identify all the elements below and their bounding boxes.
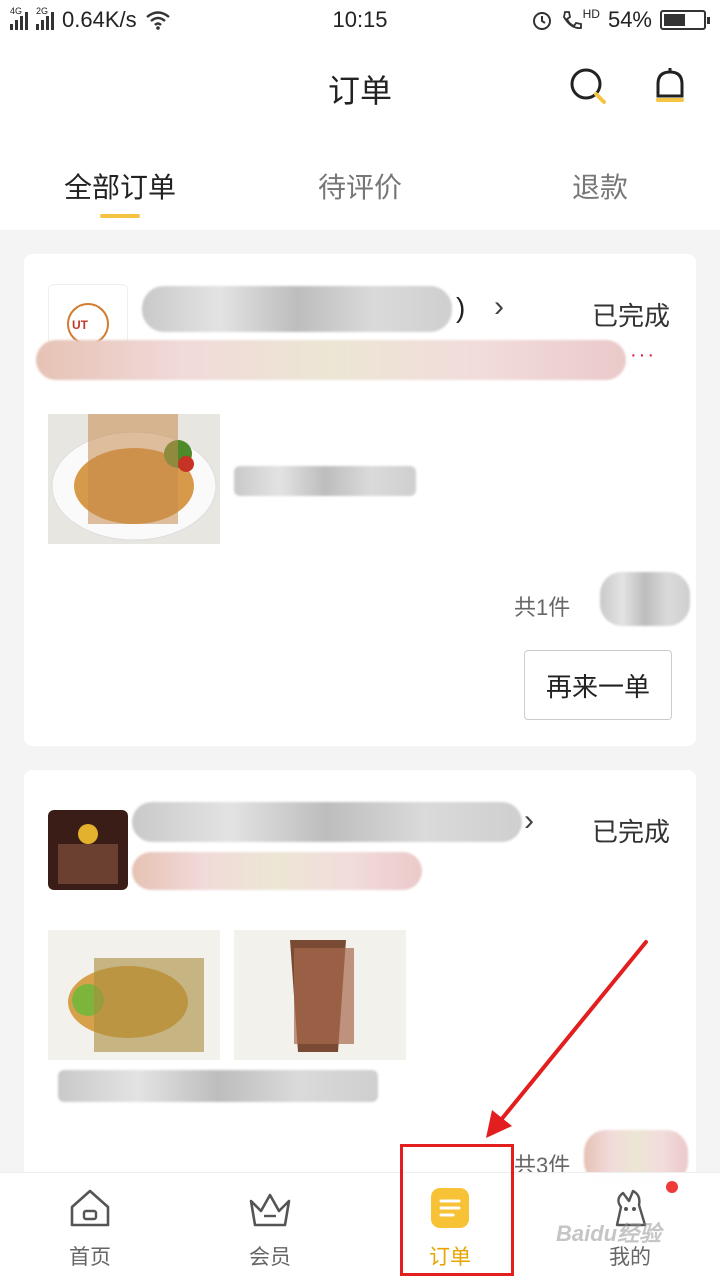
item-name-redacted bbox=[234, 466, 416, 496]
item-count: 共1件 bbox=[514, 595, 571, 620]
tab-pending-review[interactable]: 待评价 bbox=[240, 130, 480, 230]
nav-member[interactable]: 会员 bbox=[180, 1173, 360, 1280]
network-type-label-2: 2G bbox=[36, 6, 49, 16]
home-icon bbox=[70, 1189, 110, 1227]
signal-icon-2: 2G bbox=[36, 6, 54, 30]
order-card[interactable]: UT ) › 已完成 ··· 共1件 再来一单 bbox=[24, 254, 696, 746]
hd-label: HD bbox=[582, 7, 600, 21]
crown-icon bbox=[249, 1193, 291, 1227]
order-status: 已完成 bbox=[591, 817, 670, 847]
shop-logo bbox=[48, 810, 128, 890]
drink-thumbnail bbox=[234, 930, 406, 1060]
price-redacted bbox=[600, 572, 690, 626]
item-names-redacted bbox=[58, 1070, 378, 1102]
reorder-button[interactable]: 再来一单 bbox=[524, 650, 672, 720]
network-type-label: 4G bbox=[10, 6, 23, 16]
alarm-icon bbox=[532, 12, 551, 30]
chevron-right-icon[interactable]: › bbox=[494, 290, 504, 324]
annotation-highlight-box bbox=[400, 1144, 514, 1276]
hd-call-icon bbox=[562, 11, 582, 29]
notification-dot bbox=[666, 1181, 678, 1193]
watermark-logo: Baidu经验 bbox=[556, 1221, 662, 1246]
tab-refund[interactable]: 退款 bbox=[480, 130, 720, 230]
battery-percent: 54% bbox=[607, 7, 652, 32]
shop-name-redacted bbox=[132, 802, 522, 842]
nav-home[interactable]: 首页 bbox=[0, 1173, 180, 1280]
app-header: 订单 bbox=[0, 40, 720, 130]
status-bar: 4G 2G 0.64K/s 10:15 HD 54% bbox=[0, 0, 720, 40]
order-info-redacted bbox=[36, 340, 626, 380]
more-dots: ··· bbox=[630, 344, 656, 366]
wifi-icon bbox=[145, 11, 170, 30]
chevron-right-icon[interactable]: › bbox=[524, 804, 534, 838]
shop-name-redacted bbox=[142, 286, 452, 332]
network-speed: 0.64K/s bbox=[62, 7, 137, 32]
svg-text:UT: UT bbox=[72, 318, 89, 332]
signal-icon: 4G bbox=[10, 6, 28, 30]
bell-icon[interactable] bbox=[648, 64, 692, 108]
order-tabs: 全部订单 待评价 退款 bbox=[0, 130, 720, 230]
tab-all-orders[interactable]: 全部订单 bbox=[0, 130, 240, 230]
food-thumbnail bbox=[48, 414, 220, 544]
nav-home-label: 首页 bbox=[69, 1246, 111, 1269]
search-icon[interactable] bbox=[566, 64, 610, 108]
annotation-arrow bbox=[486, 940, 648, 1138]
nav-member-label: 会员 bbox=[249, 1246, 291, 1269]
order-status: 已完成 bbox=[591, 301, 670, 331]
page-title: 订单 bbox=[327, 73, 392, 109]
food-thumbnail bbox=[48, 930, 220, 1060]
battery-icon bbox=[660, 10, 710, 30]
shop-name-paren: ) bbox=[456, 292, 466, 323]
order-tags-redacted bbox=[132, 852, 422, 890]
